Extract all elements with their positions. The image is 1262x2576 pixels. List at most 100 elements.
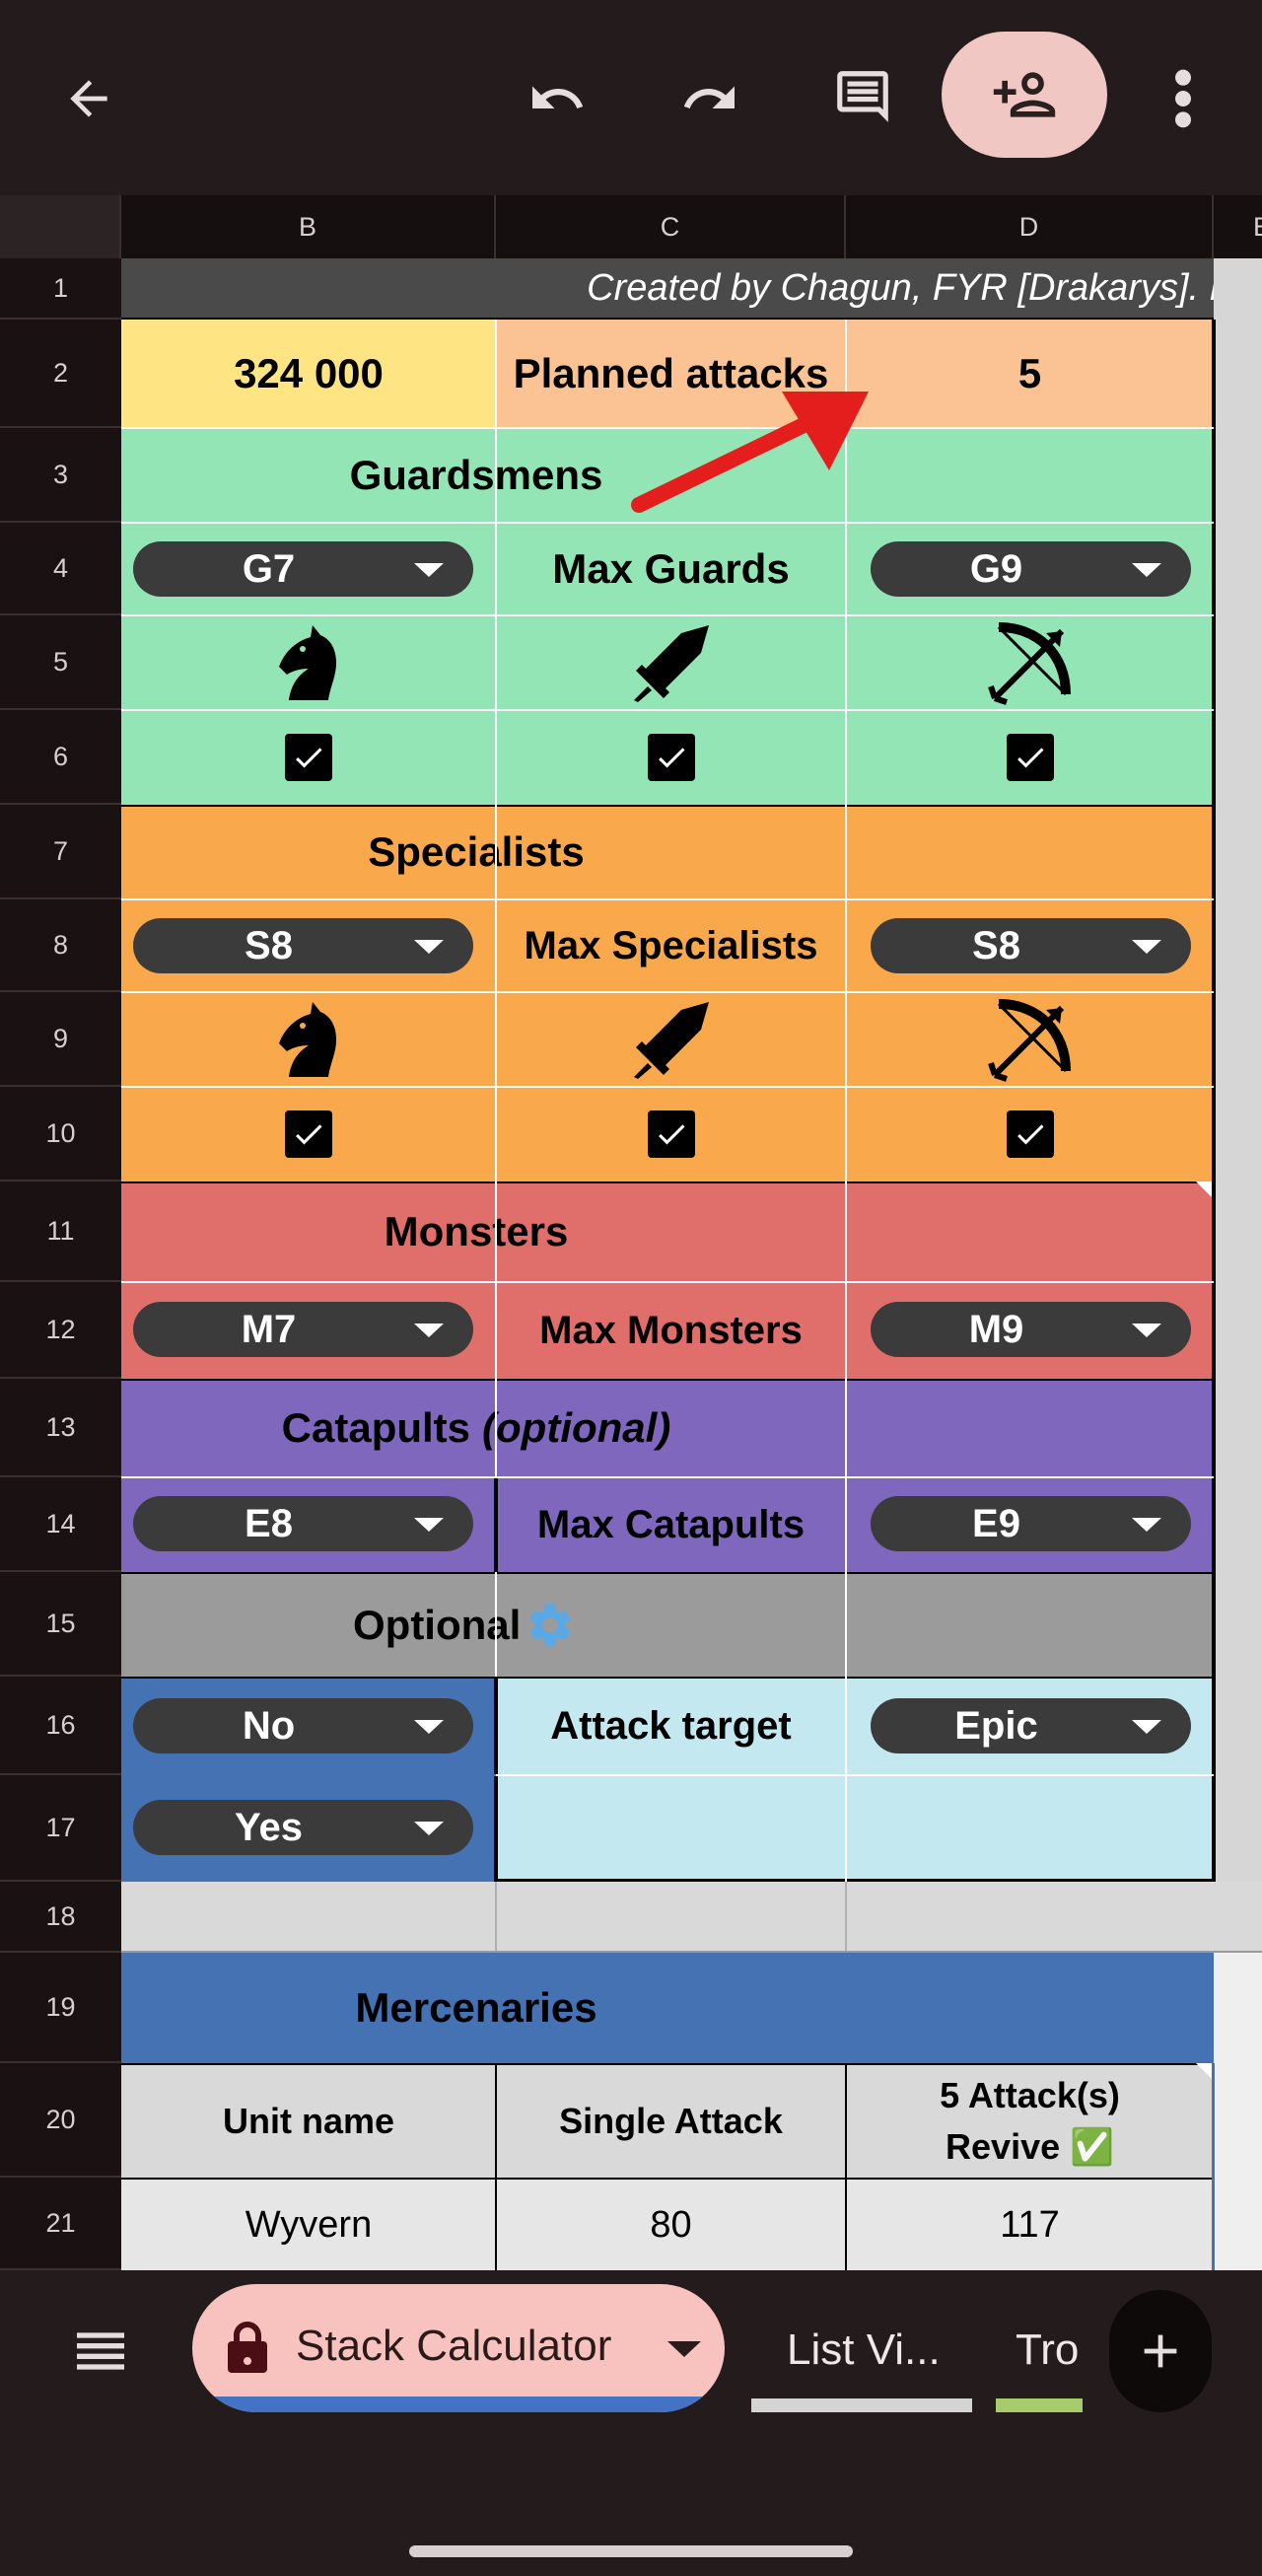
row-header[interactable]: 10 [0, 1087, 121, 1181]
checkbox-spec-cavalry[interactable] [285, 1110, 332, 1158]
grid-divider [496, 1774, 1214, 1776]
checkbox-guard-cavalry[interactable] [285, 734, 332, 781]
single-attack-header[interactable]: Single Attack [496, 2063, 846, 2178]
guardsmen-tier-dropdown-right[interactable]: G9 [871, 541, 1191, 597]
top-toolbar [0, 0, 1262, 193]
catapults-title-text: Catapults [281, 1404, 471, 1451]
row-header[interactable]: 3 [0, 428, 121, 523]
checkbox-guard-infantry[interactable] [648, 734, 695, 781]
guardsmen-tier-dropdown-left[interactable]: G7 [133, 541, 473, 597]
add-sheet-button[interactable] [1109, 2290, 1212, 2412]
catapults-title[interactable]: Catapults (optional) [121, 1379, 831, 1477]
attack-target-dropdown[interactable]: Epic [871, 1698, 1191, 1753]
unit-name-header[interactable]: Unit name [121, 2063, 496, 2178]
checkbox-spec-ranged[interactable] [1007, 1110, 1054, 1158]
caret-down-icon [414, 940, 444, 954]
sheets-list-icon[interactable] [69, 2320, 132, 2383]
tab-list-view[interactable]: List Vi... [751, 2290, 972, 2412]
column-header-d[interactable]: D [846, 195, 1214, 258]
max-monsters-label[interactable]: Max Monsters [496, 1282, 846, 1379]
specialist-tier-dropdown-left[interactable]: S8 [133, 918, 473, 973]
option-dropdown-no[interactable]: No [133, 1698, 473, 1753]
planned-attacks-value[interactable]: 5 [846, 320, 1214, 428]
specialists-title[interactable]: Specialists [121, 805, 831, 899]
row-header[interactable]: 13 [0, 1379, 121, 1477]
grid-divider [121, 709, 1214, 711]
unit-name-cell[interactable]: Wyvern [121, 2178, 496, 2270]
row-header[interactable]: 6 [0, 710, 121, 805]
arrow-left-icon[interactable] [49, 59, 128, 138]
row-header[interactable]: 18 [0, 1882, 121, 1953]
single-attack-cell[interactable]: 80 [496, 2178, 846, 2270]
column-header-b[interactable]: B [121, 195, 496, 258]
max-catapults-label[interactable]: Max Catapults [496, 1477, 846, 1572]
catapult-tier-dropdown-left[interactable]: E8 [133, 1496, 473, 1551]
row-header[interactable]: 1 [0, 258, 121, 320]
share-button[interactable] [942, 32, 1107, 158]
caret-down-icon [414, 1518, 444, 1532]
note-indicator-icon [1196, 1181, 1212, 1197]
row-header[interactable]: 2 [0, 320, 121, 428]
dropdown-label: Yes [235, 1805, 303, 1849]
row-header[interactable]: 8 [0, 899, 121, 992]
add-person-icon [993, 72, 1056, 117]
tab-stack-calculator[interactable]: Stack Calculator [192, 2284, 725, 2412]
checkbox-guard-ranged[interactable] [1007, 734, 1054, 781]
column-header-e[interactable]: E [1214, 195, 1262, 258]
max-guards-label[interactable]: Max Guards [496, 523, 846, 615]
grid-divider [495, 1882, 497, 1953]
row-header[interactable]: 17 [0, 1775, 121, 1882]
dropdown-label: Epic [954, 1703, 1038, 1748]
dropdown-label: G7 [242, 546, 296, 591]
sword-icon [496, 992, 846, 1087]
redo-icon[interactable] [670, 59, 749, 138]
mercenaries-block[interactable]: Mercenaries [121, 1953, 1214, 2063]
multi-attack-header[interactable]: 5 Attack(s) Revive ✅ [846, 2063, 1214, 2178]
catapult-tier-dropdown-right[interactable]: E9 [871, 1496, 1191, 1551]
row-header[interactable]: 4 [0, 523, 121, 615]
multi-attack-cell[interactable]: 117 [846, 2178, 1214, 2270]
caret-down-icon [414, 1324, 444, 1337]
mercenaries-title: Mercenaries [355, 1984, 597, 2031]
monster-tier-dropdown-left[interactable]: M7 [133, 1302, 473, 1357]
row-header[interactable]: 21 [0, 2178, 121, 2270]
caret-down-icon[interactable] [667, 2341, 701, 2357]
monster-tier-dropdown-right[interactable]: M9 [871, 1302, 1191, 1357]
caret-down-icon [1132, 1518, 1161, 1532]
option-dropdown-yes[interactable]: Yes [133, 1800, 473, 1855]
empty-row[interactable] [121, 1882, 1262, 1953]
max-specialists-label[interactable]: Max Specialists [496, 899, 846, 992]
row-header[interactable]: 20 [0, 2063, 121, 2178]
credit-banner[interactable]: Created by Chagun, FYR [Drakarys]. Fo [121, 258, 1214, 320]
row-header[interactable]: 15 [0, 1572, 121, 1677]
home-indicator[interactable] [409, 2545, 853, 2557]
attack-target-label[interactable]: Attack target [496, 1677, 846, 1775]
row-header[interactable]: 16 [0, 1677, 121, 1775]
grid-divider [121, 898, 1214, 900]
credit-text: Created by Chagun, FYR [Drakarys]. Fo [587, 266, 1214, 309]
undo-icon[interactable] [518, 59, 596, 138]
row-header[interactable]: 14 [0, 1477, 121, 1572]
checkbox-spec-infantry[interactable] [648, 1110, 695, 1158]
column-headers: B C D E [0, 195, 1262, 258]
caret-down-icon [1132, 1324, 1161, 1337]
row-header[interactable]: 12 [0, 1282, 121, 1379]
row-header[interactable]: 9 [0, 992, 121, 1087]
specialist-tier-dropdown-right[interactable]: S8 [871, 918, 1191, 973]
tab-label: Tro [1016, 2326, 1080, 2374]
monsters-title[interactable]: Monsters [121, 1181, 831, 1282]
block-border [494, 1477, 498, 1572]
tab-troops[interactable]: Tro [996, 2290, 1085, 2412]
more-vert-icon[interactable] [1144, 54, 1223, 143]
column-header-c[interactable]: C [496, 195, 846, 258]
lock-icon [228, 2322, 267, 2373]
row-header[interactable]: 5 [0, 615, 121, 710]
row-header[interactable]: 11 [0, 1181, 121, 1282]
caret-down-icon [414, 563, 444, 577]
row-header[interactable]: 19 [0, 1953, 121, 2063]
comment-icon[interactable] [823, 57, 902, 136]
select-all-corner[interactable] [0, 195, 121, 258]
optional-block[interactable]: Optional [121, 1572, 1214, 1677]
total-value-cell[interactable]: 324 000 [121, 320, 496, 428]
row-header[interactable]: 7 [0, 805, 121, 899]
